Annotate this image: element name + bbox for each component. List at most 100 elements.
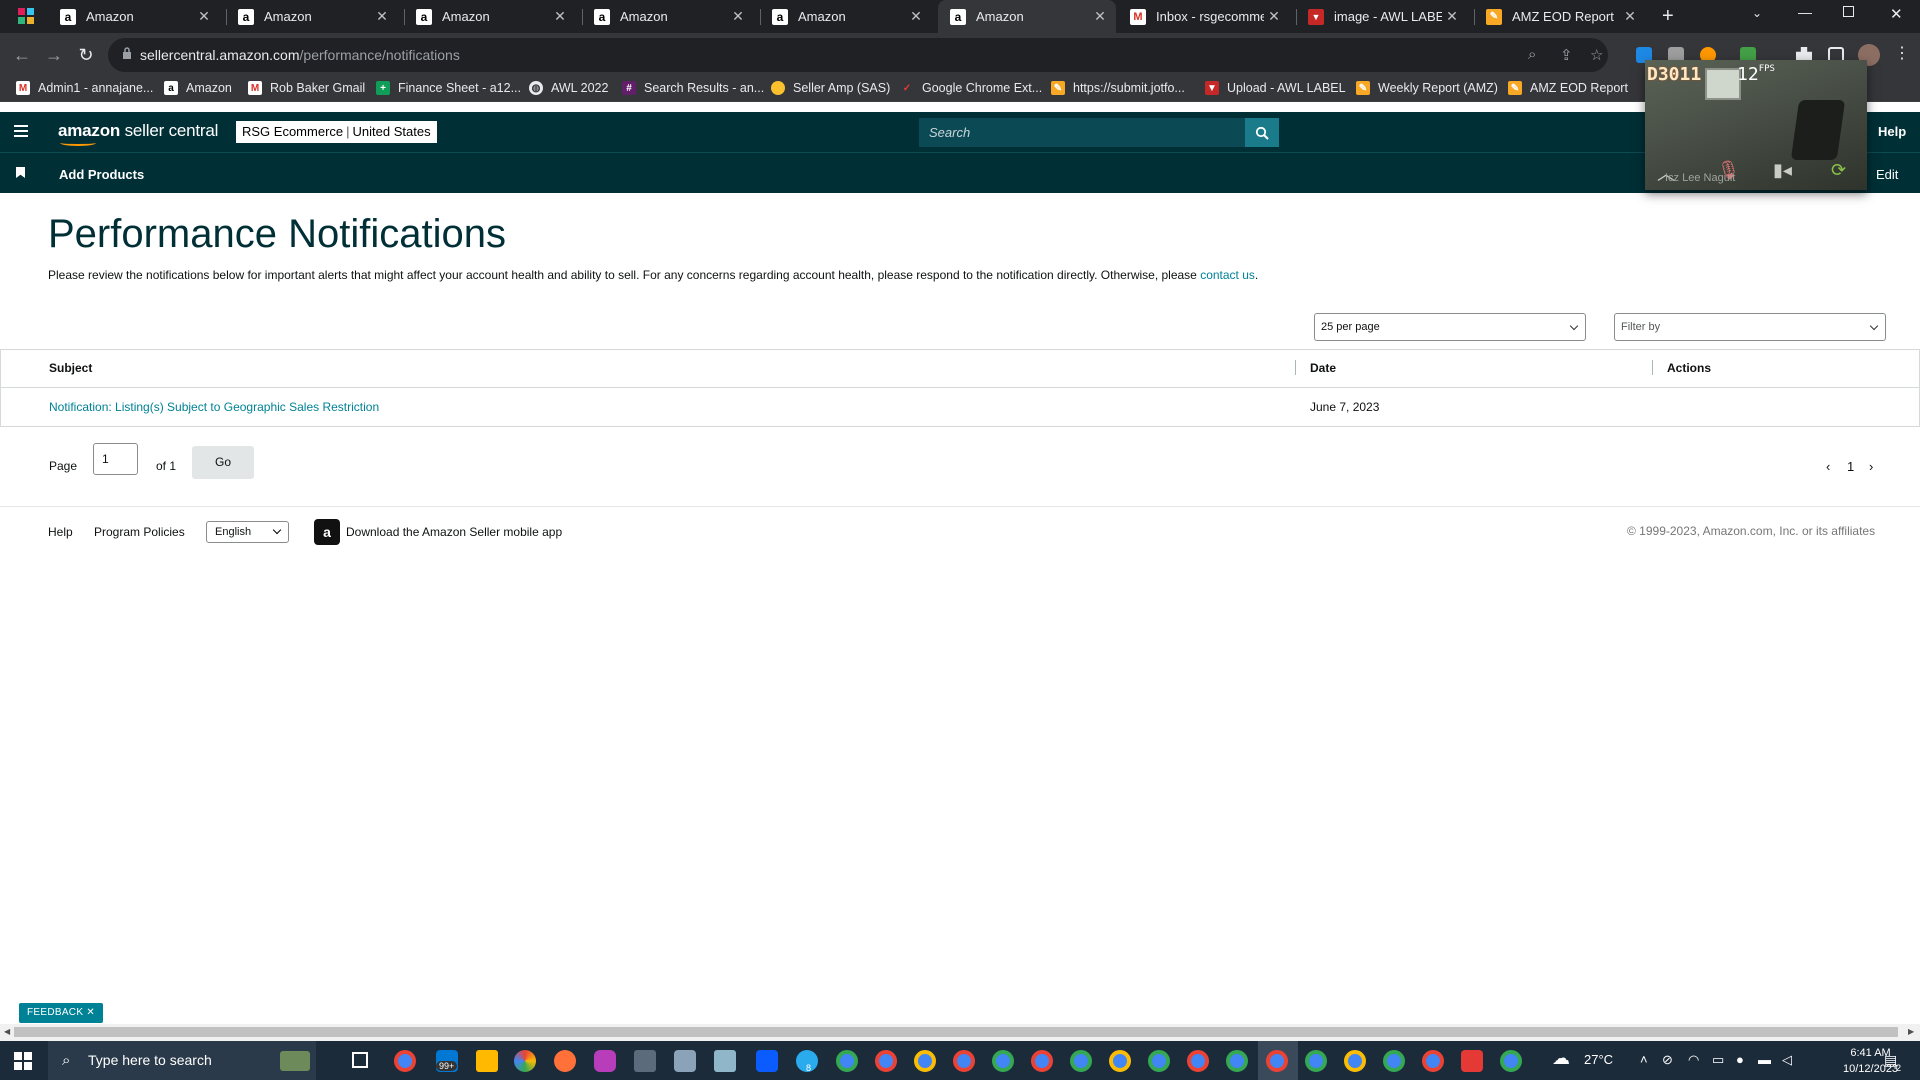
chrome-icon[interactable] xyxy=(1500,1050,1522,1072)
contact-us-link[interactable]: contact us xyxy=(1200,268,1255,282)
edit-link[interactable]: Edit xyxy=(1876,167,1898,182)
download-app-link[interactable]: Download the Amazon Seller mobile app xyxy=(346,525,562,539)
zoom-icon[interactable]: ⌕ xyxy=(1528,46,1536,63)
browser-tab[interactable]: a Amazon ✕ xyxy=(404,0,576,33)
back-icon[interactable]: ← xyxy=(10,43,34,67)
browser-tab[interactable]: a Amazon ✕ xyxy=(760,0,932,33)
browser-tab-active[interactable]: a Amazon ✕ xyxy=(938,0,1116,33)
bookmark-item[interactable]: Seller Amp (SAS) xyxy=(771,81,890,95)
windows-start-icon[interactable] xyxy=(14,1052,32,1070)
close-tab-icon[interactable]: ✕ xyxy=(1620,8,1640,25)
taskbar-search[interactable]: ⌕ Type here to search xyxy=(48,1041,316,1080)
notepad-icon[interactable] xyxy=(714,1050,736,1072)
chrome-icon[interactable] xyxy=(1148,1050,1170,1072)
close-icon[interactable]: ✕ xyxy=(86,1007,95,1018)
zoom-app-icon[interactable] xyxy=(756,1050,778,1072)
previous-page-icon[interactable]: ‹ xyxy=(1826,459,1830,474)
firefox-icon[interactable] xyxy=(554,1050,576,1072)
chrome-icon[interactable] xyxy=(953,1050,975,1072)
tab-search-chevron-icon[interactable]: ⌄ xyxy=(1752,6,1762,20)
chrome-icon[interactable] xyxy=(1305,1050,1327,1072)
seller-app-icon[interactable]: a xyxy=(314,519,340,545)
bookmark-item[interactable]: ✎ Weekly Report (AMZ) xyxy=(1356,81,1498,95)
close-tab-icon[interactable]: ✕ xyxy=(728,8,748,25)
chrome-icon[interactable] xyxy=(836,1050,858,1072)
hamburger-menu-icon[interactable] xyxy=(14,125,28,140)
share-icon[interactable]: ⇪ xyxy=(1560,46,1573,64)
close-tab-icon[interactable]: ✕ xyxy=(1090,8,1110,25)
program-policies-link[interactable]: Program Policies xyxy=(94,525,185,539)
chrome-icon-active[interactable] xyxy=(1266,1050,1288,1072)
scroll-right-icon[interactable]: ▶ xyxy=(1908,1027,1914,1036)
notification-subject-link[interactable]: Notification: Listing(s) Subject to Geog… xyxy=(49,400,379,414)
browser-tab[interactable]: a Amazon ✕ xyxy=(48,0,220,33)
add-products-link[interactable]: Add Products xyxy=(59,167,144,182)
close-tab-icon[interactable]: ✕ xyxy=(1264,8,1284,25)
bookmark-item[interactable]: ▼ Upload - AWL LABEL xyxy=(1205,81,1346,95)
close-tab-icon[interactable]: ✕ xyxy=(550,8,570,25)
bookmark-item[interactable]: ✎ AMZ EOD Report xyxy=(1508,81,1628,95)
language-select[interactable]: English xyxy=(206,521,289,543)
column-header-subject[interactable]: Subject xyxy=(49,361,92,375)
chrome-menu-icon[interactable]: ⋮ xyxy=(1894,43,1910,63)
next-page-icon[interactable]: › xyxy=(1869,459,1873,474)
restore-icon[interactable] xyxy=(1843,6,1854,17)
forward-icon[interactable]: → xyxy=(42,43,66,67)
chrome-icon[interactable] xyxy=(1109,1050,1131,1072)
weather-temperature[interactable]: 27°C xyxy=(1584,1052,1613,1067)
chrome-icon[interactable] xyxy=(1031,1050,1053,1072)
bookmark-item[interactable]: # Search Results - an... xyxy=(622,81,764,95)
bookmark-item[interactable]: M Admin1 - annajane... xyxy=(16,81,153,95)
bookmark-item[interactable]: a Amazon xyxy=(164,81,232,95)
reload-icon[interactable]: ↻ xyxy=(74,43,98,67)
chrome-icon[interactable] xyxy=(1383,1050,1405,1072)
new-tab-icon[interactable]: + xyxy=(1662,5,1674,28)
calculator-icon[interactable] xyxy=(634,1050,656,1072)
browser-tab[interactable]: ✎ AMZ EOD Report ✕ xyxy=(1474,0,1646,33)
app-icon[interactable] xyxy=(594,1050,616,1072)
bookmark-item[interactable]: M Rob Baker Gmail xyxy=(248,81,365,95)
close-tab-icon[interactable]: ✕ xyxy=(194,8,214,25)
seller-central-logo[interactable]: amazon seller central xyxy=(58,121,218,146)
app-r-icon[interactable] xyxy=(1461,1050,1483,1072)
account-switcher[interactable]: RSG Ecommerce | United States xyxy=(236,121,437,143)
tray-chevron-up-icon[interactable]: ˄ xyxy=(1640,1052,1648,1067)
feedback-button[interactable]: FEEDBACK ✕ xyxy=(19,1003,104,1023)
chrome-icon[interactable] xyxy=(1187,1050,1209,1072)
chrome-icon[interactable] xyxy=(1226,1050,1248,1072)
file-explorer-icon[interactable] xyxy=(476,1050,498,1072)
bookmark-item[interactable]: ◍ AWL 2022 xyxy=(529,81,608,95)
share-screen-icon[interactable]: ⟳ xyxy=(1831,160,1846,181)
filter-select[interactable]: Filter by xyxy=(1614,313,1886,341)
task-view-icon[interactable] xyxy=(352,1052,368,1068)
chrome-icon[interactable] xyxy=(875,1050,897,1072)
battery-icon[interactable]: ▬ xyxy=(1758,1052,1771,1067)
minimize-icon[interactable]: — xyxy=(1798,4,1812,20)
chrome-icon[interactable] xyxy=(992,1050,1014,1072)
search-box[interactable]: Search xyxy=(919,118,1279,147)
bookmark-item[interactable]: ✓ Google Chrome Ext... xyxy=(900,81,1042,95)
volume-icon[interactable]: ◁ xyxy=(1782,1052,1792,1068)
camera-icon[interactable]: ▮◂ xyxy=(1773,160,1792,181)
chrome-icon[interactable] xyxy=(1422,1050,1444,1072)
close-tab-icon[interactable]: ✕ xyxy=(372,8,392,25)
per-page-select[interactable]: 25 per page xyxy=(1314,313,1586,341)
microphone-icon[interactable]: ● xyxy=(1736,1052,1744,1067)
footer-help-link[interactable]: Help xyxy=(48,525,73,539)
pinned-bookmark-icon[interactable] xyxy=(16,167,25,178)
browser-tab[interactable]: a Amazon ✕ xyxy=(582,0,754,33)
search-button[interactable] xyxy=(1245,118,1279,147)
page-number-input[interactable]: 1 xyxy=(93,443,138,475)
network-icon[interactable]: ⊘ xyxy=(1662,1052,1673,1068)
browser-tab[interactable]: ▼ image - AWL LABEL ✕ xyxy=(1296,0,1468,33)
weather-cloud-icon[interactable]: ☁ xyxy=(1552,1048,1570,1069)
current-page-number[interactable]: 1 xyxy=(1847,459,1854,474)
scrollbar-thumb[interactable] xyxy=(14,1027,1898,1037)
chrome-icon[interactable] xyxy=(1070,1050,1092,1072)
column-header-date[interactable]: Date xyxy=(1310,361,1336,375)
close-window-icon[interactable]: ✕ xyxy=(1890,5,1903,23)
wifi-icon[interactable]: ◠ xyxy=(1688,1052,1699,1068)
chrome-icon[interactable] xyxy=(914,1050,936,1072)
app-icon[interactable] xyxy=(674,1050,696,1072)
chrome-app-icon[interactable] xyxy=(18,8,34,24)
